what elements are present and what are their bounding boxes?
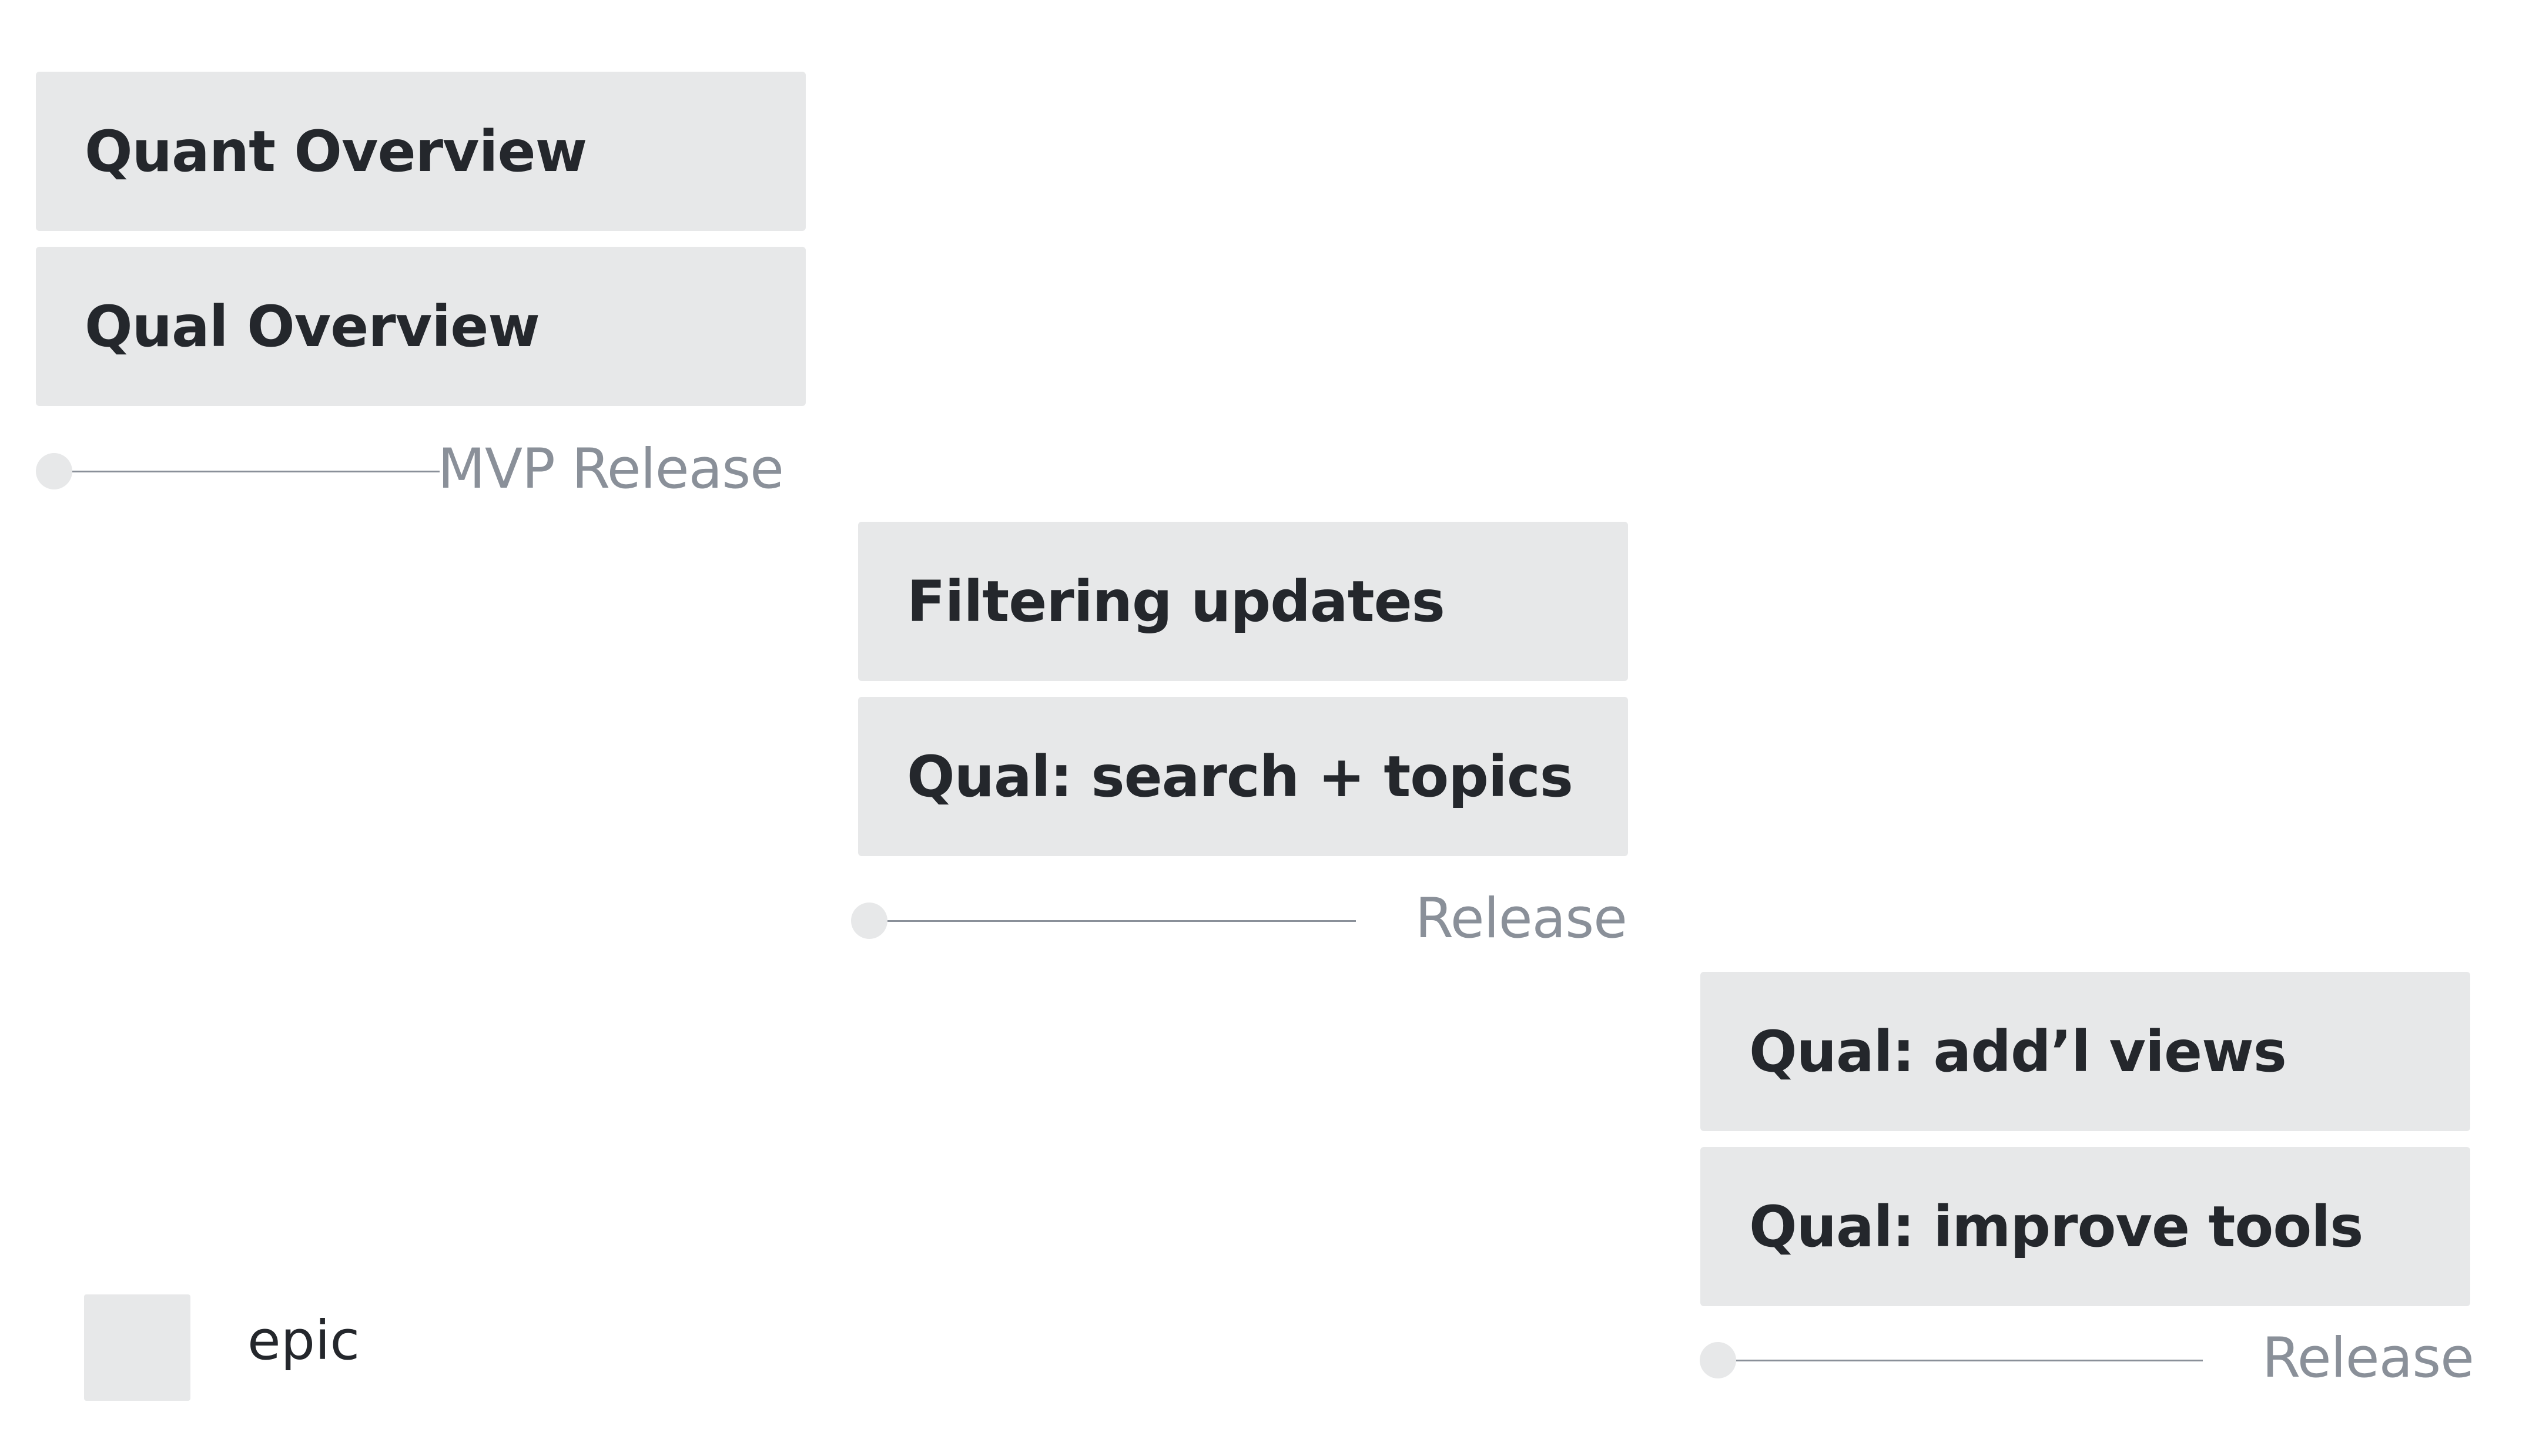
release-line (887, 920, 1356, 922)
epic-card: Qual: add’l views (1700, 972, 2470, 1131)
release-label: MVP Release (437, 437, 784, 501)
release-dot-icon (851, 903, 887, 939)
release-marker: MVP Release (36, 437, 784, 501)
epic-label: Qual Overview (85, 293, 540, 360)
epic-card: Quant Overview (36, 72, 806, 231)
epic-card: Qual Overview (36, 247, 806, 406)
release-dot-icon (1700, 1342, 1736, 1378)
release-line (72, 471, 440, 472)
release-label: Release (2262, 1326, 2474, 1390)
epic-label: Qual: improve tools (1749, 1193, 2363, 1260)
epic-card: Qual: search + topics (858, 697, 1628, 856)
legend-label: epic (247, 1309, 360, 1372)
release-dot-icon (36, 453, 72, 489)
release-line (1736, 1360, 2203, 1361)
epic-label: Qual: search + topics (907, 743, 1573, 810)
release-roadmap-diagram: Quant Overview Qual Overview MVP Release… (0, 0, 2539, 1456)
release-label: Release (1415, 887, 1627, 951)
release-marker: Release (851, 887, 1627, 951)
epic-label: Filtering updates (907, 568, 1445, 635)
release-marker: Release (1700, 1326, 2474, 1390)
epic-card: Qual: improve tools (1700, 1147, 2470, 1306)
epic-card: Filtering updates (858, 522, 1628, 681)
epic-label: Qual: add’l views (1749, 1018, 2287, 1085)
epic-label: Quant Overview (85, 118, 587, 184)
legend-epic-swatch (84, 1294, 190, 1401)
